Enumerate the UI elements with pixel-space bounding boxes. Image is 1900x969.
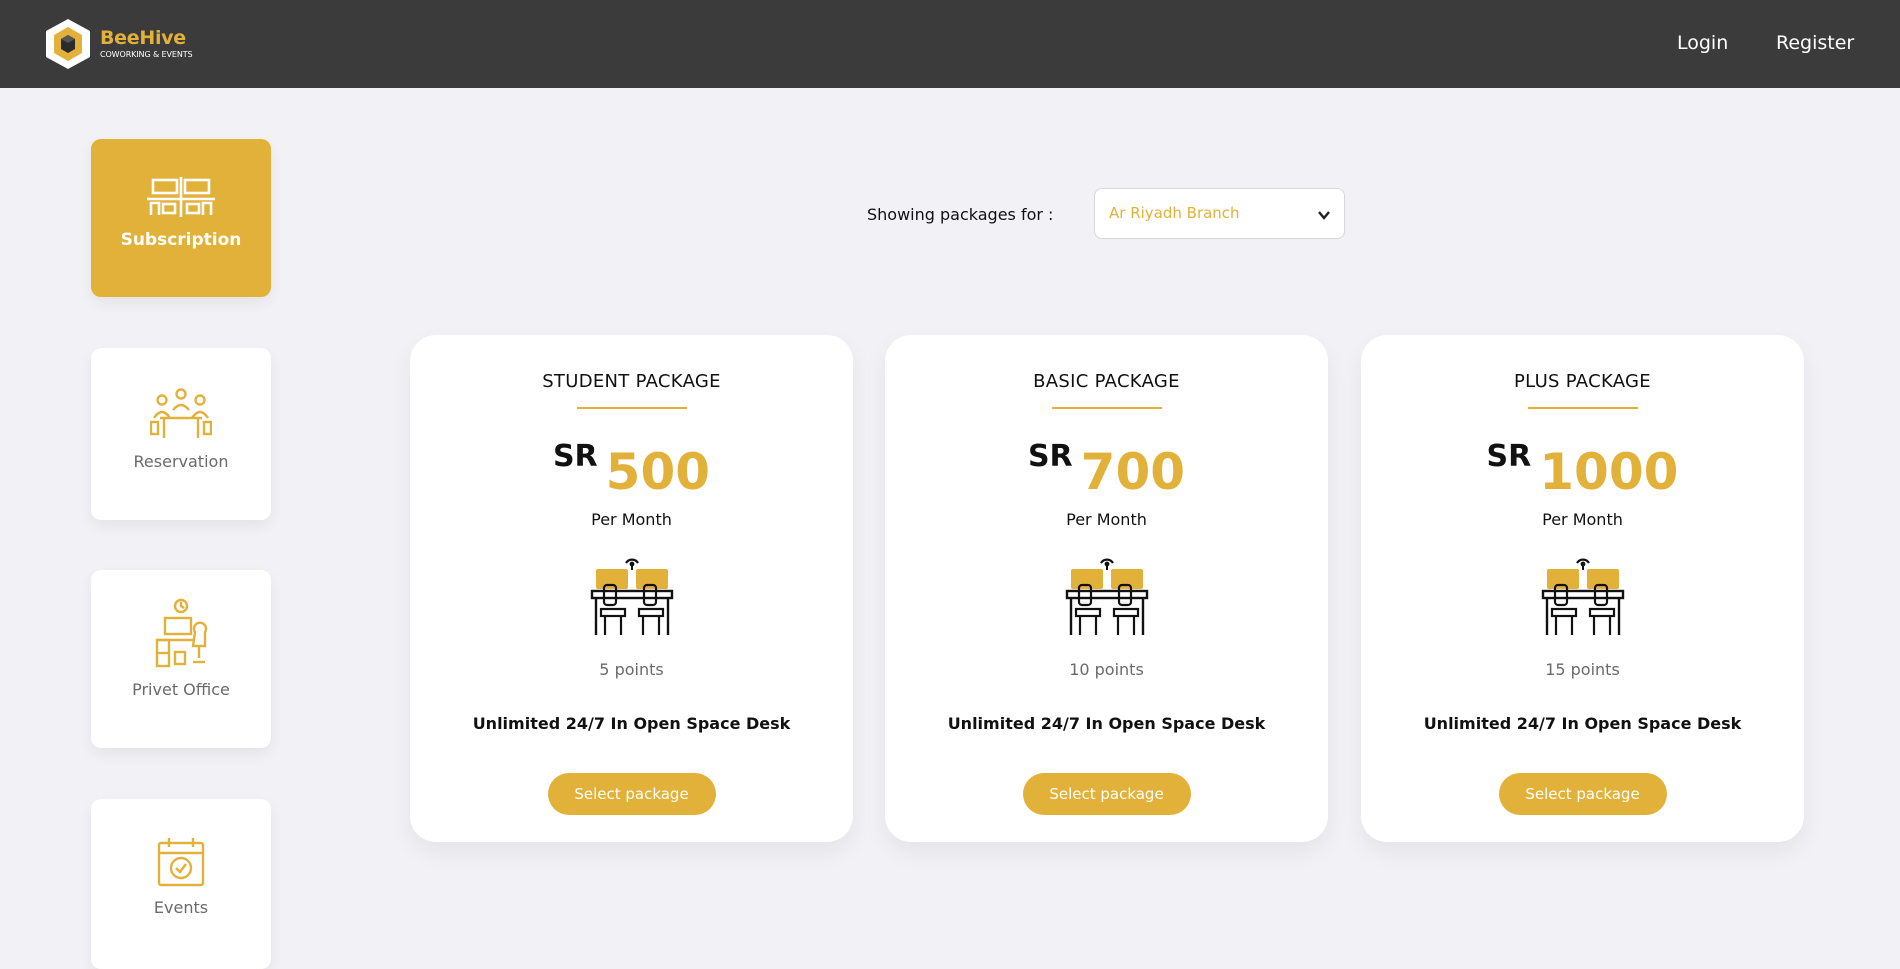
sidebar-item-subscription[interactable]: Subscription	[91, 139, 271, 297]
package-points: 5 points	[599, 660, 664, 679]
price-currency: SR	[552, 439, 598, 474]
sidebar-item-private-office[interactable]: Privet Office	[91, 570, 271, 748]
package-card-basic: BASIC PACKAGE SR 700 Per Month 10 points…	[885, 335, 1328, 842]
price-currency: SR	[1486, 439, 1532, 474]
price-amount: 500	[605, 443, 711, 501]
desk-workstation-icon	[1541, 558, 1624, 635]
price-period: Per Month	[1542, 510, 1623, 529]
hexagon-cube-icon	[46, 19, 90, 69]
package-points: 10 points	[1069, 660, 1144, 679]
sidebar-item-label: Events	[153, 898, 209, 917]
package-points: 15 points	[1545, 660, 1620, 679]
calendar-check-icon	[157, 838, 205, 887]
brand-logo[interactable]: BeeHive COWORKING & EVENTS	[44, 18, 193, 70]
brand-name: BeeHive	[100, 27, 186, 49]
brand-tagline: COWORKING & EVENTS	[100, 50, 193, 59]
sidebar-item-label: Privet Office	[132, 680, 230, 699]
sidebar-item-events[interactable]: Events	[91, 799, 271, 969]
desk-workstation-icon	[590, 558, 673, 635]
price-amount: 1000	[1539, 443, 1679, 501]
select-package-button[interactable]: Select package	[1498, 773, 1667, 815]
price-period: Per Month	[591, 510, 672, 529]
desk-workstation-icon	[1065, 558, 1148, 635]
title-underline	[1051, 407, 1162, 409]
package-title: BASIC PACKAGE	[1033, 371, 1180, 392]
package-description: Unlimited 24/7 In Open Space Desk	[472, 714, 791, 733]
meeting-table-icon	[150, 388, 212, 438]
login-link[interactable]: Login	[1677, 32, 1728, 54]
price-amount: 700	[1080, 443, 1186, 501]
filter-label: Showing packages for :	[867, 205, 1054, 224]
top-navbar: BeeHive COWORKING & EVENTS Login Registe…	[0, 0, 1900, 88]
package-description: Unlimited 24/7 In Open Space Desk	[1423, 714, 1742, 733]
chevron-down-icon	[1318, 211, 1330, 220]
package-title: PLUS PACKAGE	[1514, 371, 1651, 392]
register-link[interactable]: Register	[1776, 32, 1854, 54]
package-description: Unlimited 24/7 In Open Space Desk	[947, 714, 1266, 733]
title-underline	[576, 407, 687, 409]
price-currency: SR	[1027, 439, 1073, 474]
package-card-student: STUDENT PACKAGE SR 500 Per Month 5 point…	[410, 335, 853, 842]
package-card-plus: PLUS PACKAGE SR 1000 Per Month 15 points…	[1361, 335, 1804, 842]
sidebar-item-reservation[interactable]: Reservation	[91, 348, 271, 520]
sidebar-item-label: Reservation	[133, 452, 229, 471]
package-price: SR 700	[885, 435, 1328, 497]
office-desk-icon	[155, 598, 208, 668]
branch-select[interactable]: Ar Riyadh Branch	[1094, 188, 1345, 239]
package-title: STUDENT PACKAGE	[542, 371, 721, 392]
workstation-icon	[147, 177, 215, 217]
select-package-button[interactable]: Select package	[1022, 773, 1191, 815]
branch-select-value: Ar Riyadh Branch	[1109, 204, 1240, 222]
package-price: SR 1000	[1361, 435, 1804, 497]
sidebar-item-label: Subscription	[120, 230, 242, 250]
package-price: SR 500	[410, 435, 853, 497]
select-package-button[interactable]: Select package	[547, 773, 716, 815]
title-underline	[1527, 407, 1638, 409]
price-period: Per Month	[1066, 510, 1147, 529]
